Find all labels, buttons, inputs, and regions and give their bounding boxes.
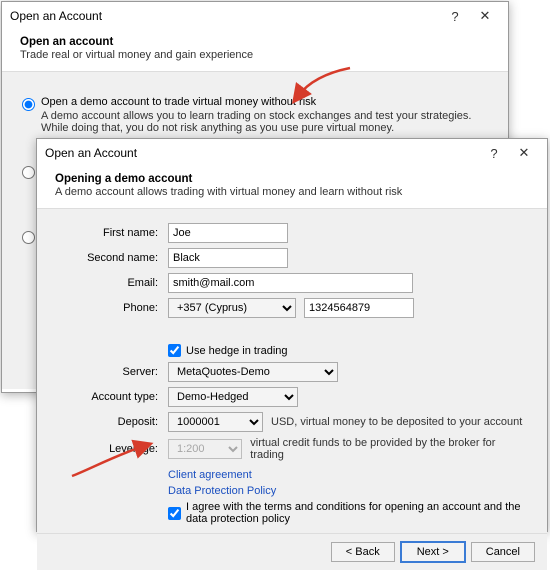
- first-name-field[interactable]: [168, 223, 288, 243]
- titlebar-step1: Open an Account ? ✕: [2, 2, 508, 30]
- help-icon[interactable]: ?: [479, 146, 509, 161]
- button-bar: < Back Next > Cancel: [37, 533, 547, 570]
- close-icon[interactable]: ✕: [470, 8, 500, 24]
- use-hedge-checkbox[interactable]: [168, 344, 181, 357]
- header-subtitle: A demo account allows trading with virtu…: [55, 186, 529, 198]
- cancel-button[interactable]: Cancel: [471, 542, 535, 562]
- dialog-header: Opening a demo account A demo account al…: [37, 167, 547, 208]
- close-icon[interactable]: ✕: [509, 145, 539, 161]
- dialog-body: First name: Second name: Email: Phone: +…: [37, 208, 547, 533]
- agree-label: I agree with the terms and conditions fo…: [186, 501, 529, 525]
- leverage-select: 1:200: [168, 439, 242, 459]
- header-subtitle: Trade real or virtual money and gain exp…: [20, 49, 490, 61]
- header-title: Open an account: [20, 36, 490, 48]
- radio-demo-account[interactable]: Open a demo account to trade virtual mon…: [2, 92, 508, 138]
- second-name-field[interactable]: [168, 248, 288, 268]
- label-email: Email:: [55, 277, 160, 289]
- header-title: Opening a demo account: [55, 173, 529, 185]
- deposit-hint: USD, virtual money to be deposited to yo…: [271, 416, 522, 428]
- back-button[interactable]: < Back: [331, 542, 395, 562]
- email-field[interactable]: [168, 273, 413, 293]
- label-first-name: First name:: [55, 227, 160, 239]
- label-account-type: Account type:: [55, 391, 160, 403]
- use-hedge-label: Use hedge in trading: [186, 345, 288, 357]
- phone-code-select[interactable]: +357 (Cyprus): [168, 298, 296, 318]
- links-block: Client agreement Data Protection Policy: [168, 469, 529, 497]
- dialog-title: Open an Account: [45, 146, 479, 160]
- dialog-title: Open an Account: [10, 9, 440, 23]
- server-select[interactable]: MetaQuotes-Demo: [168, 362, 338, 382]
- data-protection-policy-link[interactable]: Data Protection Policy: [168, 485, 529, 497]
- leverage-hint: virtual credit funds to be provided by t…: [250, 437, 529, 461]
- help-icon[interactable]: ?: [440, 9, 470, 24]
- account-type-select[interactable]: Demo-Hedged: [168, 387, 298, 407]
- radio-option-2-input[interactable]: [22, 166, 35, 179]
- agree-checkbox[interactable]: [168, 507, 181, 520]
- radio-demo-desc: A demo account allows you to learn tradi…: [41, 110, 488, 134]
- label-deposit: Deposit:: [55, 416, 160, 428]
- next-button[interactable]: Next >: [401, 542, 465, 562]
- phone-number-field[interactable]: [304, 298, 414, 318]
- radio-demo-label: Open a demo account to trade virtual mon…: [41, 96, 488, 108]
- label-second-name: Second name:: [55, 252, 160, 264]
- deposit-select[interactable]: 1000001: [168, 412, 263, 432]
- label-server: Server:: [55, 366, 160, 378]
- label-phone: Phone:: [55, 302, 160, 314]
- form-grid: First name: Second name: Email: Phone: +…: [55, 223, 529, 461]
- label-leverage: Leverage:: [55, 443, 160, 455]
- dialog-open-account-step2: Open an Account ? ✕ Opening a demo accou…: [36, 138, 548, 532]
- radio-demo-input[interactable]: [22, 98, 35, 111]
- titlebar-step2: Open an Account ? ✕: [37, 139, 547, 167]
- radio-option-3-input[interactable]: [22, 231, 35, 244]
- client-agreement-link[interactable]: Client agreement: [168, 469, 529, 481]
- dialog-header: Open an account Trade real or virtual mo…: [2, 30, 508, 71]
